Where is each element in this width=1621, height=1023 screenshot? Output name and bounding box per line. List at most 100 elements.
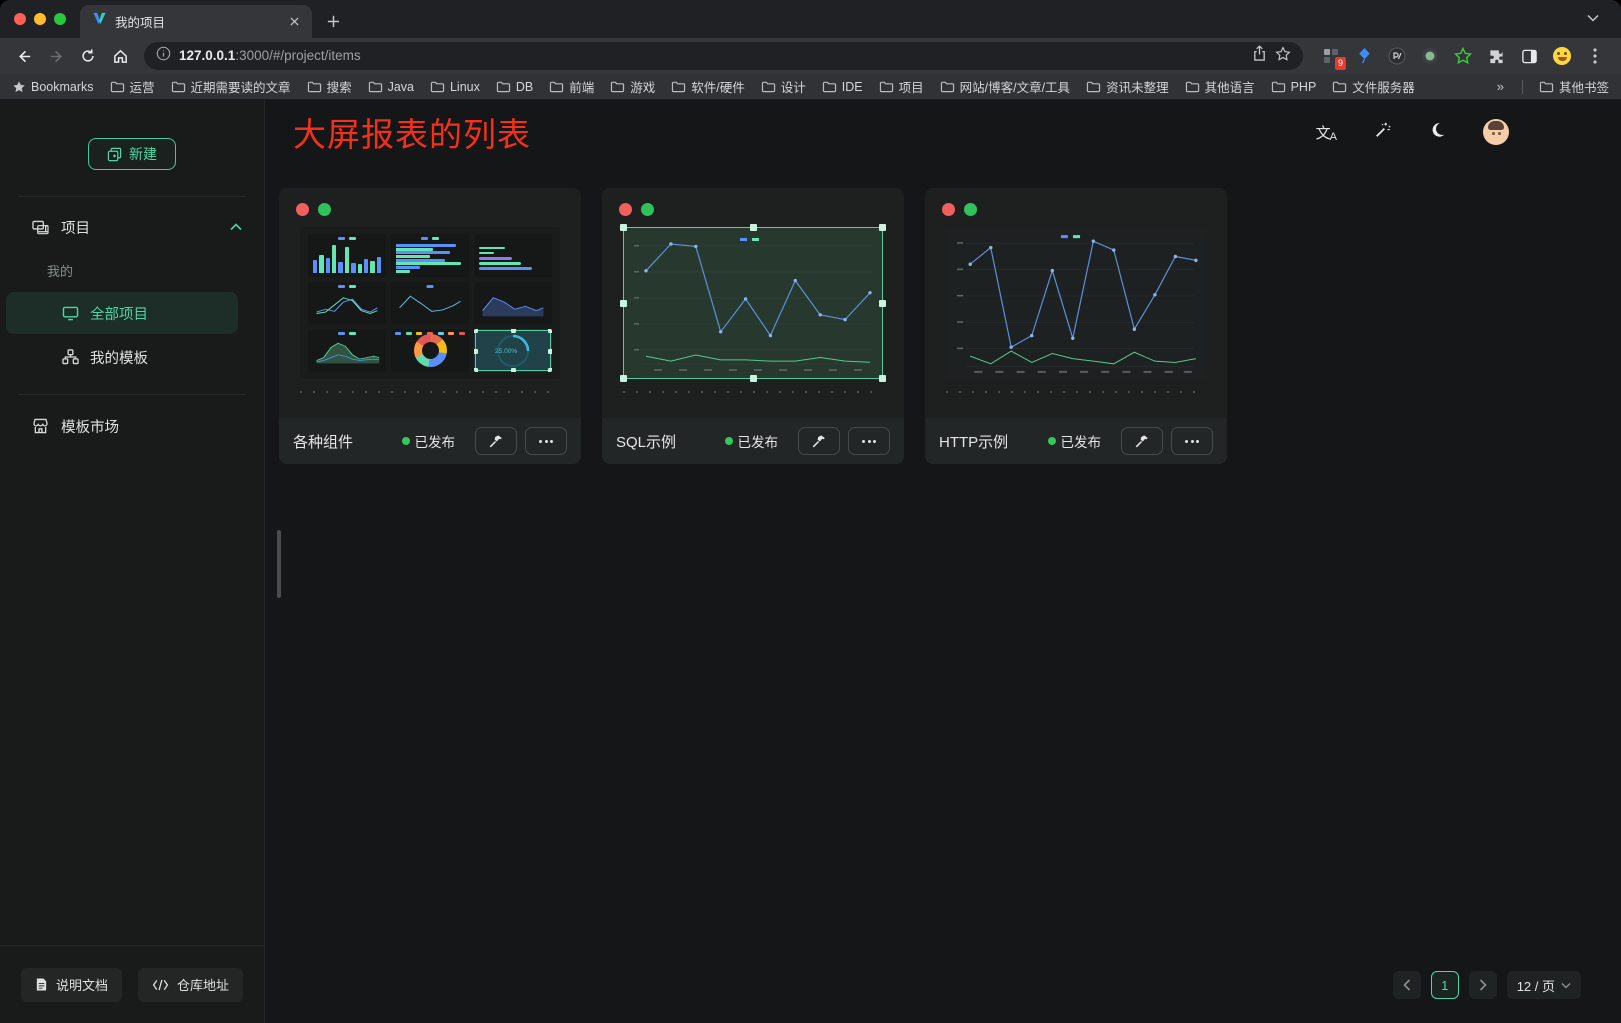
back-button[interactable]	[10, 42, 38, 70]
share-icon[interactable]	[1252, 45, 1267, 67]
bookmark-folder[interactable]: 前端	[549, 77, 594, 96]
minimize-window-button[interactable]	[34, 13, 46, 25]
new-project-button[interactable]: 新建	[88, 138, 176, 170]
language-icon[interactable]: 文A	[1316, 122, 1337, 143]
selection-handle[interactable]	[620, 375, 627, 382]
dark-mode-moon-icon[interactable]	[1429, 121, 1446, 143]
bookmark-folder[interactable]: 近期需要读的文章	[171, 77, 291, 96]
project-card[interactable]: SQL示例 已发布	[602, 188, 904, 464]
bookmark-star-icon[interactable]	[1275, 46, 1291, 67]
star-icon	[12, 80, 26, 94]
bookmark-folder[interactable]: 运营	[110, 77, 155, 96]
sidebar-item-all-projects[interactable]: 全部项目	[6, 292, 238, 334]
card-window-dots	[925, 188, 1227, 216]
card-window-dots	[279, 188, 581, 216]
next-page-button[interactable]	[1469, 971, 1497, 999]
page-size-value: 12 / 页	[1517, 976, 1555, 995]
selection-handle[interactable]	[620, 300, 627, 307]
bookmark-folder[interactable]: 搜索	[307, 77, 352, 96]
tab-search-chevron-icon[interactable]	[1587, 9, 1599, 27]
other-bookmarks[interactable]: 其他书签	[1539, 77, 1609, 96]
card-footer: 各种组件 已发布	[279, 418, 581, 464]
extension-green-dot-icon[interactable]	[1420, 46, 1440, 66]
bookmark-folder[interactable]: DB	[496, 80, 533, 94]
site-info-icon[interactable]	[156, 46, 171, 66]
new-tab-button[interactable]	[320, 8, 346, 34]
bookmarks-manager[interactable]: Bookmarks	[12, 80, 94, 94]
selection-handle[interactable]	[879, 224, 886, 231]
bookmark-folder[interactable]: 其他语言	[1185, 77, 1255, 96]
close-window-button[interactable]	[14, 13, 26, 25]
sidebar-group-project[interactable]: 项目	[0, 203, 264, 251]
repo-button[interactable]: 仓库地址	[138, 968, 243, 1002]
mini-donut-chart	[391, 329, 469, 372]
mini-area-chart-green	[308, 329, 386, 372]
bookmark-folder[interactable]: 文件服务器	[1332, 77, 1415, 96]
more-actions-button[interactable]	[848, 427, 890, 455]
bookmarks-label: Bookmarks	[31, 80, 94, 94]
sidebar-footer: 说明文档 仓库地址	[0, 945, 264, 1023]
profile-emoji-icon[interactable]	[1552, 46, 1572, 66]
more-actions-button[interactable]	[1171, 427, 1213, 455]
extension-dark-circle-icon[interactable]	[1387, 46, 1407, 66]
bookmark-folder[interactable]: 游戏	[610, 77, 655, 96]
side-panel-icon[interactable]	[1519, 46, 1539, 66]
repo-button-label: 仓库地址	[177, 975, 229, 994]
tab-close-icon[interactable]	[286, 14, 302, 30]
extension-kite-icon[interactable]	[1354, 46, 1374, 66]
bookmark-folder[interactable]: IDE	[822, 80, 863, 94]
bookmark-folder[interactable]: Java	[368, 80, 414, 94]
sidebar: 新建 项目 我的 全部项目 我的模板	[0, 100, 265, 1023]
red-dot	[296, 203, 309, 216]
more-actions-button[interactable]	[525, 427, 567, 455]
selection-handle[interactable]	[879, 300, 886, 307]
user-avatar[interactable]	[1483, 119, 1509, 145]
bookmarks-bar: Bookmarks 运营近期需要读的文章搜索 Java Linux DB 前端游戏软件/…	[0, 74, 1621, 100]
edit-project-button[interactable]	[798, 427, 840, 455]
prev-page-button[interactable]	[1393, 971, 1421, 999]
selection-handle[interactable]	[750, 224, 757, 231]
magic-wand-icon[interactable]	[1374, 121, 1392, 144]
language-zh-glyph: 文	[1316, 122, 1331, 143]
browser-menu-icon[interactable]	[1585, 48, 1605, 64]
card-dotted-separator	[623, 391, 883, 393]
docs-button-label: 说明文档	[56, 975, 108, 994]
docs-button[interactable]: 说明文档	[21, 968, 122, 1002]
forward-button[interactable]	[42, 42, 70, 70]
bookmark-folder[interactable]: 设计	[761, 77, 806, 96]
project-card[interactable]: 25.00% 各种组件 已发布	[279, 188, 581, 464]
create-plus-icon	[107, 147, 122, 162]
extension-green-star-icon[interactable]	[1453, 46, 1473, 66]
chevron-up-icon[interactable]	[230, 223, 242, 231]
sidebar-item-my-templates[interactable]: 我的模板	[6, 336, 238, 378]
scrollbar-thumb[interactable]	[277, 530, 281, 598]
extension-grid-icon[interactable]: 9	[1321, 46, 1341, 66]
screens-icon	[32, 220, 49, 235]
edit-project-button[interactable]	[475, 427, 517, 455]
home-button[interactable]	[106, 42, 134, 70]
bookmarks-overflow-chevron[interactable]: »	[1495, 79, 1506, 94]
extensions-puzzle-icon[interactable]	[1486, 46, 1506, 66]
address-bar[interactable]: 127.0.0.1:3000/#/project/items	[144, 42, 1303, 70]
maximize-window-button[interactable]	[54, 13, 66, 25]
selection-handle[interactable]	[750, 375, 757, 382]
selection-handle[interactable]	[879, 375, 886, 382]
page-size-select[interactable]: 12 / 页	[1507, 971, 1581, 999]
status-label: 已发布	[738, 431, 779, 451]
reload-button[interactable]	[74, 42, 102, 70]
bookmark-folder[interactable]: 网站/博客/文章/工具	[940, 77, 1070, 96]
bookmark-folder[interactable]: 软件/硬件	[671, 77, 744, 96]
new-button-label: 新建	[129, 144, 157, 164]
sidebar-item-template-market[interactable]: 模板市场	[0, 403, 264, 449]
url-host: 127.0.0.1	[179, 48, 235, 63]
project-card[interactable]: HTTP示例 已发布	[925, 188, 1227, 464]
edit-project-button[interactable]	[1121, 427, 1163, 455]
current-page-button[interactable]: 1	[1431, 971, 1459, 999]
browser-tab[interactable]: 我的项目	[80, 5, 312, 38]
bookmark-folder[interactable]: PHP	[1271, 80, 1317, 94]
mini-hbar-chart	[391, 234, 469, 277]
selection-handle[interactable]	[620, 224, 627, 231]
bookmark-folder[interactable]: Linux	[430, 80, 480, 94]
bookmark-folder[interactable]: 项目	[879, 77, 924, 96]
bookmark-folder[interactable]: 资讯未整理	[1086, 77, 1169, 96]
